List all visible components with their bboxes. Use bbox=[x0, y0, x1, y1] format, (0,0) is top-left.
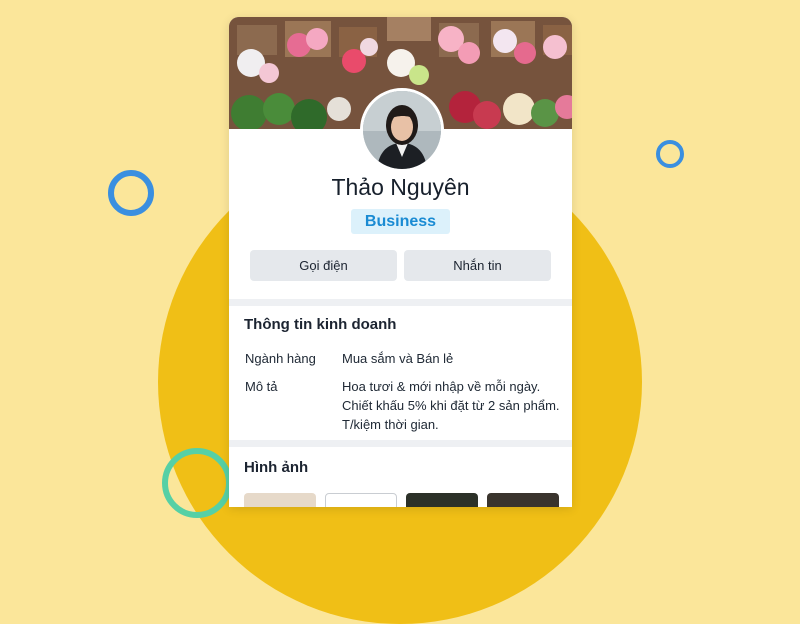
photo-thumbnail[interactable] bbox=[487, 493, 559, 507]
business-info-title: Thông tin kinh doanh bbox=[244, 316, 397, 333]
decorative-ring-left bbox=[108, 170, 154, 216]
section-divider bbox=[229, 440, 572, 447]
profile-name: Thảo Nguyên bbox=[331, 174, 470, 200]
section-divider bbox=[229, 299, 572, 306]
photo-thumbnail[interactable] bbox=[406, 493, 478, 507]
description-value: Hoa tươi & mới nhập về mỗi ngày. Chiết k… bbox=[342, 379, 560, 432]
photo-thumbnail[interactable] bbox=[244, 493, 316, 507]
decorative-ring-bottom bbox=[162, 448, 232, 518]
avatar[interactable] bbox=[360, 88, 444, 172]
industry-value: Mua sắm và Bán lẻ bbox=[342, 351, 454, 366]
photo-thumbnail[interactable] bbox=[325, 493, 397, 507]
call-button[interactable]: Gọi điện bbox=[250, 250, 397, 281]
photos-title: Hình ảnh bbox=[244, 459, 309, 476]
profile-card: Thảo Nguyên Business Gọi điện Nhắn tin T… bbox=[229, 17, 572, 507]
message-button[interactable]: Nhắn tin bbox=[404, 250, 551, 281]
description-label: Mô tả bbox=[245, 379, 278, 394]
avatar-photo bbox=[363, 91, 441, 169]
business-badge: Business bbox=[351, 209, 450, 234]
decorative-ring-right bbox=[656, 140, 684, 168]
industry-label: Ngành hàng bbox=[245, 351, 316, 366]
